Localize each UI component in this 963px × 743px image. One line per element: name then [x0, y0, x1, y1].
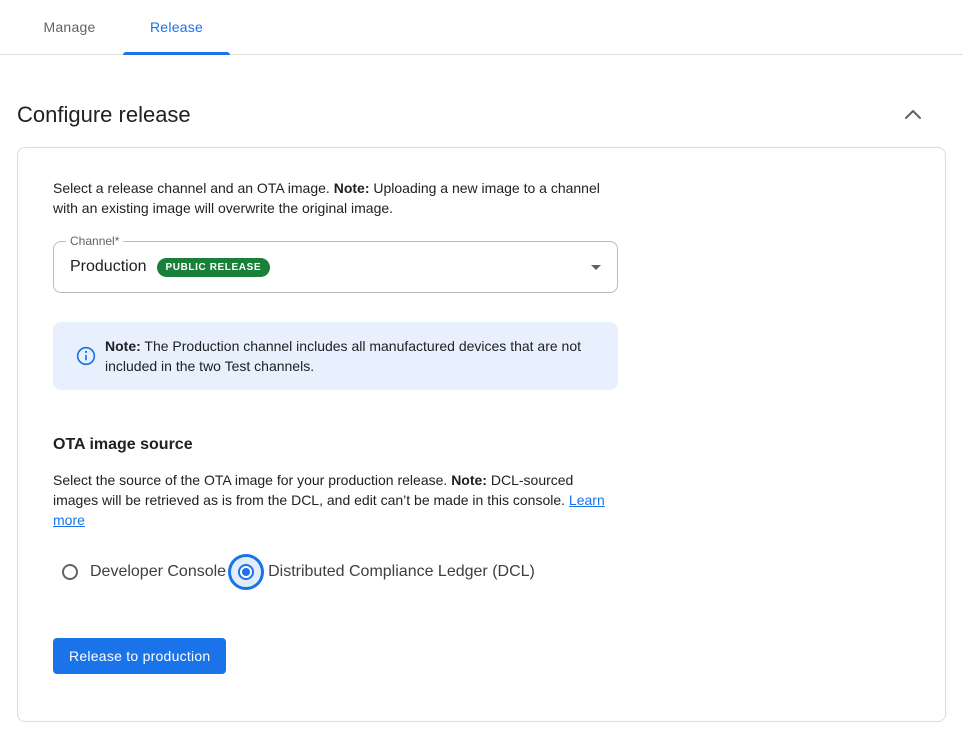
ota-source-description: Select the source of the OTA image for y… — [53, 470, 621, 530]
radio-label-developer-console[interactable]: Developer Console — [90, 563, 226, 581]
note-box-text: Note: The Production channel includes al… — [105, 336, 585, 376]
ota-source-options: Developer Console Distributed Compliance… — [53, 554, 910, 590]
note-box-body: The Production channel includes all manu… — [105, 338, 581, 374]
public-release-badge: PUBLIC RELEASE — [157, 258, 271, 277]
channel-field-label: Channel* — [66, 234, 123, 248]
radio-dcl-dot — [242, 568, 250, 576]
tab-manage-label: Manage — [43, 19, 95, 35]
radio-developer-console[interactable] — [62, 564, 78, 580]
section-header: Configure release — [0, 101, 963, 129]
release-to-production-button[interactable]: Release to production — [53, 638, 226, 674]
tab-bar: Manage Release — [0, 0, 963, 55]
tab-release-label: Release — [150, 19, 203, 35]
intro-text: Select a release channel and an OTA imag… — [53, 178, 621, 218]
note-box: Note: The Production channel includes al… — [53, 322, 618, 390]
info-icon — [76, 346, 96, 366]
collapse-section-button[interactable] — [901, 103, 925, 127]
chevron-up-icon — [904, 108, 922, 123]
radio-label-dcl[interactable]: Distributed Compliance Ledger (DCL) — [268, 563, 535, 581]
page-title: Configure release — [17, 101, 191, 129]
tab-manage[interactable]: Manage — [16, 0, 123, 54]
configure-release-card: Select a release channel and an OTA imag… — [17, 147, 946, 722]
ota-source-heading: OTA image source — [53, 436, 910, 454]
tab-release[interactable]: Release — [123, 0, 230, 54]
radio-dcl[interactable] — [228, 554, 264, 590]
dropdown-arrow-icon[interactable] — [591, 265, 601, 270]
radio-dcl-inner — [238, 564, 254, 580]
note-box-label: Note: — [105, 338, 141, 354]
ota-desc-note-label: Note: — [451, 472, 487, 488]
intro-pre: Select a release channel and an OTA imag… — [53, 180, 334, 196]
ota-desc-pre: Select the source of the OTA image for y… — [53, 472, 451, 488]
channel-value: Production — [70, 258, 147, 276]
intro-note-label: Note: — [334, 180, 370, 196]
channel-select[interactable]: Channel* Production PUBLIC RELEASE — [53, 241, 618, 293]
